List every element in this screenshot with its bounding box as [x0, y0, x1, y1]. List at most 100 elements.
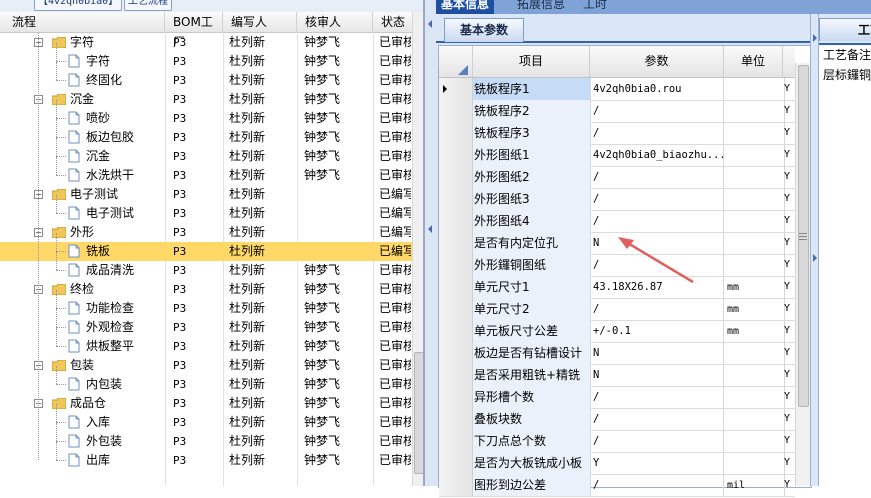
tree-group-row[interactable]: −字符P3杜列新钟梦飞已审核 [0, 33, 412, 52]
col-header-writer[interactable]: 编写人 [223, 12, 297, 32]
param-value[interactable]: 4v2qh0bia0_biaozhu... [590, 144, 724, 166]
param-row[interactable]: 下刀点总个数 / Y [439, 430, 795, 453]
row-header[interactable] [439, 430, 473, 452]
param-row[interactable]: 是否为大板铣成小板 Y Y [439, 452, 795, 475]
row-header[interactable] [439, 364, 473, 386]
param-unit[interactable] [724, 122, 785, 144]
param-value[interactable]: / [590, 430, 724, 452]
col-header-reviewer[interactable]: 核审人 [297, 12, 373, 32]
param-unit[interactable]: mil [724, 474, 785, 496]
param-row[interactable]: 叠板块数 / Y [439, 408, 795, 431]
row-header[interactable] [439, 342, 473, 364]
expand-right-icon[interactable] [813, 34, 817, 42]
row-header[interactable] [439, 452, 473, 474]
param-value[interactable]: / [590, 100, 724, 122]
param-unit[interactable] [724, 452, 785, 474]
param-name: 外形图纸4 [473, 210, 591, 232]
param-row[interactable]: 外形图纸1 4v2qh0bia0_biaozhu... Y [439, 144, 795, 167]
param-unit[interactable] [724, 254, 785, 276]
tree-group-row[interactable]: −电子测试P3杜列新已编写 [0, 185, 412, 204]
param-unit[interactable] [724, 408, 785, 430]
collapse-left-icon[interactable] [428, 20, 432, 28]
document-icon [68, 301, 80, 315]
param-unit[interactable] [724, 188, 785, 210]
param-unit[interactable]: mm [724, 298, 785, 320]
param-unit[interactable]: mm [724, 276, 785, 298]
col-header-status[interactable]: 状态 [373, 12, 412, 32]
param-unit[interactable] [724, 78, 785, 100]
param-value[interactable]: / [590, 408, 724, 430]
tab-extended-info[interactable]: 拓展信息 [517, 0, 565, 14]
param-row[interactable]: 板边是否有钻槽设计 N Y [439, 342, 795, 365]
param-row[interactable]: 铣板程序1 4v2qh0bia0.rou Y [439, 78, 795, 101]
tree-group-row[interactable]: −终检P3杜列新钟梦飞已审核 [0, 280, 412, 299]
param-value[interactable]: / [590, 188, 724, 210]
param-unit[interactable] [724, 364, 785, 386]
col-header-param[interactable]: 参数 [590, 46, 724, 78]
col-header-item[interactable]: 项目 [473, 46, 590, 78]
grid-corner[interactable] [439, 46, 473, 78]
tab-basic-params[interactable]: 基本参数 [444, 18, 524, 42]
param-value[interactable]: 4v2qh0bia0.rou [590, 78, 724, 100]
col-header-unit[interactable]: 单位 [724, 46, 783, 78]
param-row[interactable]: 外形图纸2/Y [439, 166, 795, 189]
param-unit[interactable]: mm [724, 320, 785, 342]
row-header[interactable] [439, 386, 473, 408]
param-row[interactable]: 单元板尺寸公差 +/-0.1 mm Y [439, 320, 795, 343]
param-value[interactable]: / [590, 298, 724, 320]
process-tab[interactable]: 工艺流程 [124, 0, 172, 11]
tab-basic-info[interactable]: 基本信息 [436, 0, 495, 14]
col-header-bom[interactable]: BOM工厂 [165, 12, 223, 49]
row-header[interactable] [439, 210, 473, 232]
row-header[interactable] [439, 298, 473, 320]
param-value[interactable]: N [590, 364, 724, 386]
row-header[interactable] [439, 188, 473, 210]
param-row[interactable]: 是否采用粗铣+精铣 N Y [439, 364, 795, 387]
param-value[interactable]: / [590, 386, 724, 408]
tree-group-row[interactable]: −包装P3杜列新钟梦飞已审核 [0, 356, 412, 375]
param-row[interactable]: 外形图纸3/Y [439, 188, 795, 211]
order-tab[interactable]: 【4v2qh0bia0】 [34, 0, 123, 11]
tree-group-row[interactable]: −外形P3杜列新已编写 [0, 223, 412, 242]
row-header[interactable] [439, 254, 473, 276]
param-row[interactable]: 异形槽个数 / Y [439, 386, 795, 409]
param-value[interactable]: / [590, 210, 724, 232]
params-scrollbar[interactable] [795, 63, 810, 486]
collapse-left-icon-2[interactable] [428, 225, 432, 233]
param-unit[interactable] [724, 232, 785, 254]
row-header[interactable] [439, 320, 473, 342]
param-unit[interactable] [724, 144, 785, 166]
param-unit[interactable] [724, 166, 785, 188]
param-unit[interactable] [724, 386, 785, 408]
tab-process-remarks[interactable]: 工艺备注 [819, 18, 871, 41]
row-header[interactable] [439, 474, 473, 496]
expand-right-icon-2[interactable] [813, 254, 817, 262]
row-header[interactable] [439, 408, 473, 430]
param-unit[interactable] [724, 342, 785, 364]
tab-work-hours[interactable]: 工时 [583, 0, 607, 14]
param-value[interactable]: / [590, 474, 724, 496]
row-header[interactable] [439, 122, 473, 144]
row-header[interactable] [439, 166, 473, 188]
param-value[interactable]: / [590, 166, 724, 188]
param-value[interactable]: Y [590, 452, 724, 474]
param-row[interactable]: 单元尺寸2/mm Y [439, 298, 795, 321]
left-scrollbar[interactable] [412, 12, 423, 486]
param-unit[interactable] [724, 210, 785, 232]
param-value[interactable]: N [590, 342, 724, 364]
param-value[interactable]: +/-0.1 [590, 320, 724, 342]
left-scroll-thumb[interactable] [414, 352, 423, 474]
row-header[interactable] [439, 78, 473, 100]
row-header[interactable] [439, 276, 473, 298]
param-value[interactable]: / [590, 122, 724, 144]
row-header[interactable] [439, 100, 473, 122]
param-row[interactable]: 铣板程序2/Y [439, 100, 795, 123]
tree-group-row[interactable]: −沉金P3杜列新钟梦飞已审核 [0, 90, 412, 109]
param-unit[interactable] [724, 100, 785, 122]
param-unit[interactable] [724, 430, 785, 452]
row-header[interactable] [439, 144, 473, 166]
param-row[interactable]: 铣板程序3/Y [439, 122, 795, 145]
col-header-process[interactable]: 流程 [0, 12, 165, 32]
tree-group-row[interactable]: −成品仓P3杜列新钟梦飞已审核 [0, 394, 412, 413]
row-header[interactable] [439, 232, 473, 254]
